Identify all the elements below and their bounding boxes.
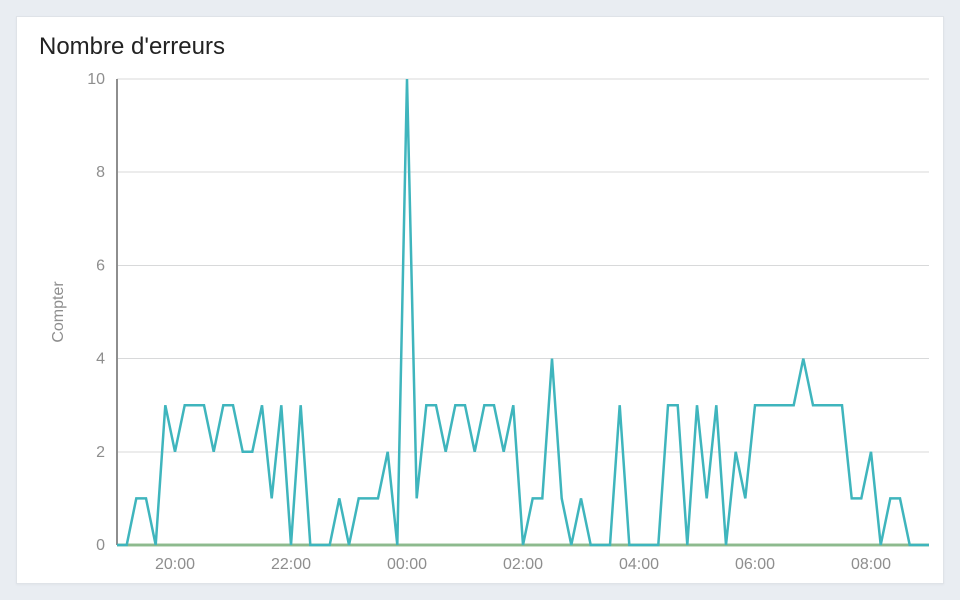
y-tick-label: 6 (96, 257, 105, 274)
x-tick-label: 08:00 (851, 556, 891, 573)
x-tick-label: 20:00 (155, 556, 195, 573)
x-tick-label: 06:00 (735, 556, 775, 573)
y-tick-label: 0 (96, 537, 105, 554)
line-chart[interactable]: 0 2 4 6 8 10 Compter 20:00 22:00 00:00 02:00 04:00 0… (17, 17, 945, 585)
chart-card: Nombre d'erreurs 0246810Compter20:0022:0… (16, 16, 944, 584)
y-tick-label: 8 (96, 164, 105, 181)
x-tick-label: 04:00 (619, 556, 659, 573)
x-tick-label: 22:00 (271, 556, 311, 573)
y-tick-label: 4 (96, 351, 105, 368)
x-tick-label: 00:00 (387, 556, 427, 573)
y-tick-label: 2 (96, 444, 105, 461)
x-tick-label: 02:00 (503, 556, 543, 573)
y-tick-label: 10 (87, 71, 105, 88)
series-line-errors (117, 79, 929, 545)
y-axis-title: Compter (50, 281, 67, 343)
